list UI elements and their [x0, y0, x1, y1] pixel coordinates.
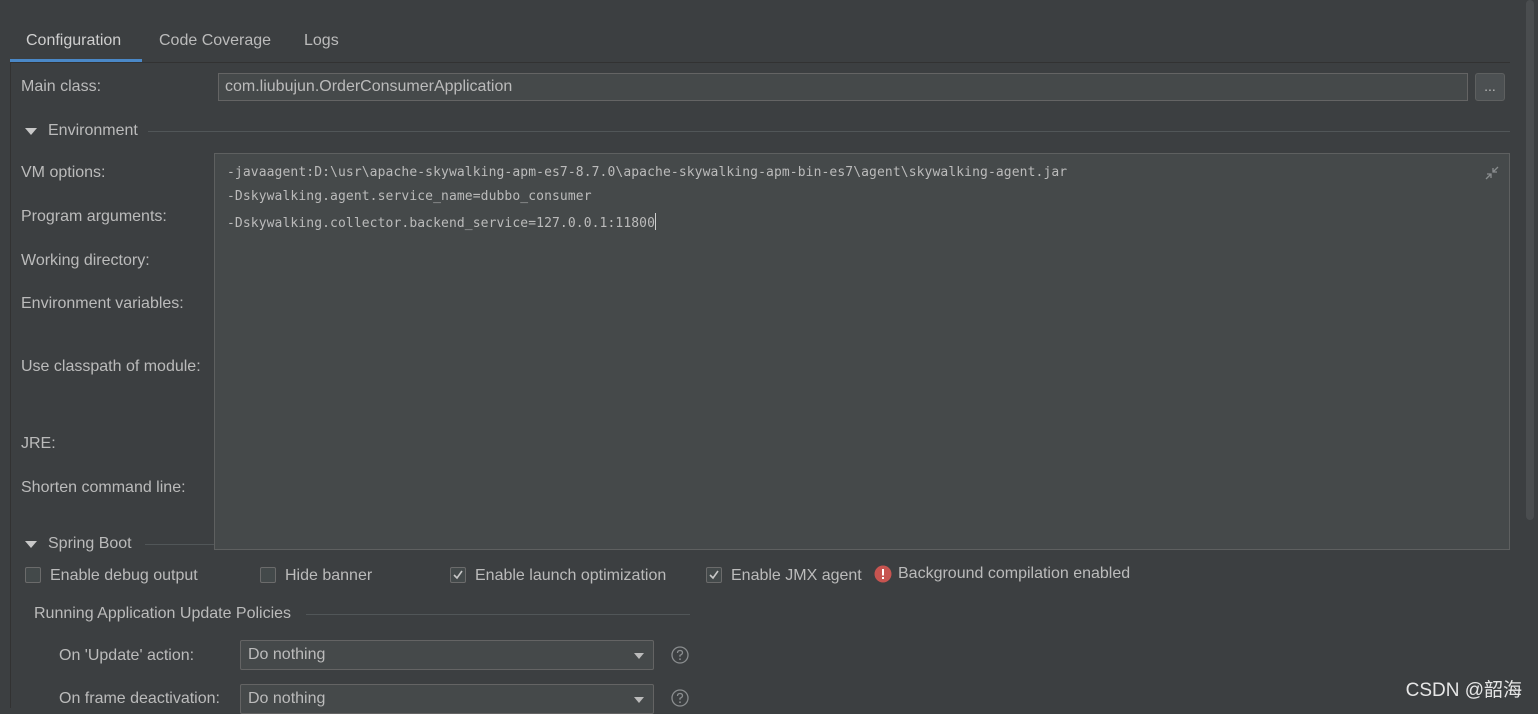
tab-logs[interactable]: Logs — [304, 32, 339, 60]
update-action-value: Do nothing — [248, 646, 326, 663]
main-class-browse-button[interactable]: ... — [1475, 73, 1505, 101]
hide-banner-checkbox[interactable] — [260, 567, 276, 583]
working-directory-label: Working directory: — [21, 252, 150, 269]
program-arguments-label: Program arguments: — [21, 208, 167, 225]
chevron-down-icon — [634, 653, 644, 659]
vm-option-line[interactable]: -javaagent:D:\usr\apache-skywalking-apm-… — [227, 165, 1067, 180]
update-policies-separator — [306, 614, 690, 615]
help-icon[interactable] — [671, 689, 689, 707]
update-action-select[interactable]: Do nothing — [240, 640, 654, 670]
enable-debug-output-label[interactable]: Enable debug output — [50, 567, 198, 585]
text-caret — [655, 213, 657, 230]
environment-variables-label: Environment variables: — [21, 295, 184, 312]
jre-label: JRE: — [21, 435, 56, 452]
vertical-scrollbar[interactable] — [1526, 0, 1534, 520]
chevron-down-icon — [634, 697, 644, 703]
spring-boot-section-title[interactable]: Spring Boot — [48, 535, 132, 553]
enable-launch-optimization-label[interactable]: Enable launch optimization — [475, 567, 666, 585]
vm-option-text: -Dskywalking.collector.backend_service=1… — [227, 216, 656, 231]
enable-launch-optimization-checkbox[interactable] — [450, 567, 466, 583]
vm-options-label: VM options: — [21, 164, 106, 181]
hide-banner-label[interactable]: Hide banner — [285, 567, 372, 585]
vm-options-editor[interactable]: -javaagent:D:\usr\apache-skywalking-apm-… — [214, 153, 1510, 550]
checkmark-icon — [709, 570, 719, 580]
spring-boot-collapse-icon[interactable] — [25, 541, 37, 548]
background-compilation-warning: Background compilation enabled — [898, 565, 1131, 582]
tab-configuration[interactable]: Configuration — [26, 32, 121, 60]
panel-left-border — [10, 62, 11, 708]
update-action-label: On 'Update' action: — [59, 647, 195, 664]
update-policies-title: Running Application Update Policies — [34, 605, 292, 622]
frame-deactivation-label: On frame deactivation: — [59, 690, 220, 707]
vm-option-line[interactable]: -Dskywalking.collector.backend_service=1… — [227, 213, 657, 231]
environment-separator — [148, 131, 1510, 132]
enable-debug-output-checkbox[interactable] — [25, 567, 41, 583]
main-class-field[interactable]: com.liubujun.OrderConsumerApplication — [218, 73, 1468, 101]
spring-boot-separator — [145, 544, 214, 545]
environment-section-title[interactable]: Environment — [48, 122, 138, 140]
frame-deactivation-value: Do nothing — [248, 690, 326, 707]
error-icon — [874, 565, 892, 583]
environment-collapse-icon[interactable] — [25, 128, 37, 135]
tabs-divider — [10, 62, 1510, 63]
tab-code-coverage[interactable]: Code Coverage — [159, 32, 271, 60]
help-icon[interactable] — [671, 646, 689, 664]
frame-deactivation-select[interactable]: Do nothing — [240, 684, 654, 714]
vm-option-line[interactable]: -Dskywalking.agent.service_name=dubbo_co… — [227, 189, 592, 204]
collapse-editor-icon[interactable] — [1485, 166, 1499, 180]
use-classpath-label: Use classpath of module: — [21, 358, 201, 375]
checkmark-icon — [453, 570, 463, 580]
main-class-label: Main class: — [21, 78, 102, 95]
shorten-command-line-label: Shorten command line: — [21, 479, 186, 496]
enable-jmx-agent-label[interactable]: Enable JMX agent — [731, 567, 862, 585]
enable-jmx-agent-checkbox[interactable] — [706, 567, 722, 583]
watermark: CSDN @韶海 — [1405, 680, 1522, 701]
